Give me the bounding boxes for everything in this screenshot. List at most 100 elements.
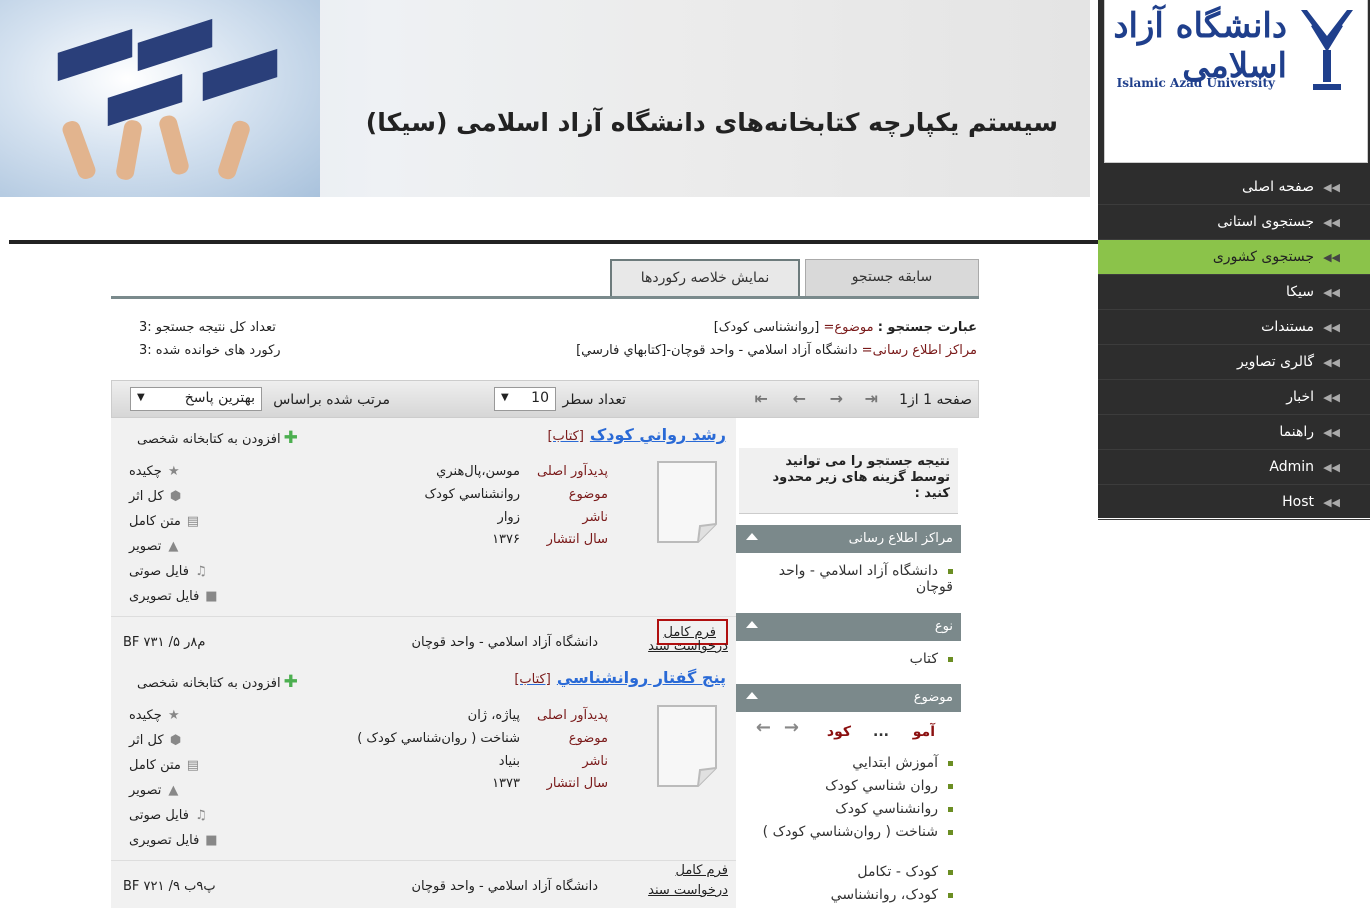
tab-search-history[interactable]: سابقه جستجو <box>805 259 979 296</box>
facet-header-centers[interactable]: مراکز اطلاع رسانی <box>736 525 961 553</box>
facet-item-subject[interactable]: کودک - تکامل <box>857 864 953 880</box>
subject-prev-icon[interactable]: ← <box>756 719 771 737</box>
subject-nav-start[interactable]: آمو <box>913 724 935 740</box>
result-record: پنج گفتار روانشناسي[کتاب] ✚افزودن به کتا… <box>111 662 736 908</box>
menu-item-admin[interactable]: ◀◀ Admin <box>1098 450 1370 485</box>
plus-icon: ✚ <box>283 672 298 692</box>
star-icon: ★ <box>167 708 180 723</box>
collapse-up-icon <box>746 533 758 540</box>
request-document-link[interactable]: درخواست سند <box>648 883 728 898</box>
rows-per-page-select[interactable]: 10 ▼ <box>494 387 556 411</box>
full-text-option[interactable]: ▤متن کامل <box>129 514 202 529</box>
logo-english-name: Islamic Azad University <box>1116 76 1275 90</box>
menu-item-host[interactable]: ◀◀ Host <box>1098 485 1370 520</box>
record-title-link[interactable]: رشد رواني کودک[کتاب] <box>547 425 726 444</box>
sidebar: دانشگاه آزاد اسلامی Islamic Azad Univers… <box>1098 0 1370 520</box>
picture-icon: ▲ <box>168 783 179 798</box>
image-option[interactable]: ▲تصویر <box>129 783 182 798</box>
arrow-left-icon: ◀◀ <box>1323 216 1340 229</box>
menu-item-documents[interactable]: ◀◀ مستندات <box>1098 310 1370 345</box>
video-camera-icon: ■ <box>205 833 218 848</box>
arrow-left-icon: ◀◀ <box>1323 496 1340 509</box>
search-centers: مراکز اطلاع رسانی= دانشگاه آزاد اسلامي -… <box>576 343 977 358</box>
image-option[interactable]: ▲تصویر <box>129 539 182 554</box>
facet-item-subject[interactable]: کودک، روانشناسي <box>831 887 953 903</box>
record-title-link[interactable]: پنج گفتار روانشناسي[کتاب] <box>514 668 726 687</box>
arrow-left-icon: ◀◀ <box>1323 321 1340 334</box>
site-title: سیستم یکپارچه کتابخانه‌های دانشگاه آزاد … <box>365 108 1058 137</box>
subject-next-icon[interactable]: → <box>784 719 799 737</box>
first-page-icon[interactable]: ⇤ <box>755 389 768 408</box>
facet-item-subject[interactable]: روان شناسي کودک <box>825 778 953 794</box>
sort-label: مرتب شده براساس <box>273 392 390 408</box>
header-divider <box>9 240 1098 244</box>
collapse-up-icon <box>746 621 758 628</box>
record-footer: فرم کامل درخواست سند دانشگاه آزاد اسلامي… <box>111 860 736 904</box>
menu-item-gallery[interactable]: ◀◀ گالری تصاویر <box>1098 345 1370 380</box>
add-to-library-button[interactable]: ✚افزودن به کتابخانه شخصی <box>137 672 298 692</box>
result-record: رشد رواني کودک[کتاب] ✚افزودن به کتابخانه… <box>111 418 736 660</box>
request-document-link[interactable]: درخواست سند <box>648 639 728 654</box>
record-subject: روانشناسي کودک <box>424 487 520 502</box>
search-phrase: عبارت جستجو : موضوع= [روانشناسی کودک] <box>713 320 977 335</box>
subject-nav-ellipsis: ... <box>873 724 889 740</box>
document-icon: ▤ <box>186 514 200 529</box>
prev-page-icon[interactable]: ← <box>793 389 806 408</box>
full-text-option[interactable]: ▤متن کامل <box>129 758 202 773</box>
facet-item-subject[interactable]: آموزش ابتدايي <box>852 755 953 771</box>
facet-item-subject[interactable]: شناخت ( روان‌شناسي کودک ) <box>743 824 953 840</box>
star-icon: ★ <box>167 464 180 479</box>
menu-item-national-search[interactable]: ◀◀ جستجوی کشوری <box>1098 240 1370 275</box>
record-location: دانشگاه آزاد اسلامي - واحد قوچان <box>411 635 599 650</box>
abstract-option[interactable]: ★چکیده <box>129 708 183 723</box>
dropdown-arrow-icon: ▼ <box>501 392 509 403</box>
audio-file-option[interactable]: ♫فایل صوتی <box>129 564 210 579</box>
tab-records-summary[interactable]: نمایش خلاصه رکوردها <box>610 259 800 296</box>
university-logo[interactable]: دانشگاه آزاد اسلامی Islamic Azad Univers… <box>1104 0 1368 163</box>
arrow-left-icon: ◀◀ <box>1323 426 1340 439</box>
book-cover-placeholder-icon <box>657 461 717 543</box>
facet-item-subject[interactable]: روانشناسي کودک <box>835 801 953 817</box>
video-file-option[interactable]: ■فایل تصویری <box>129 589 220 604</box>
sort-select[interactable]: بهترین پاسخ ▼ <box>130 387 262 411</box>
subject-nav-end[interactable]: کود <box>827 724 851 740</box>
whole-work-option[interactable]: ⬢کل اثر <box>129 489 185 504</box>
search-info: عبارت جستجو : موضوع= [روانشناسی کودک] مر… <box>111 318 979 368</box>
add-to-library-button[interactable]: ✚افزودن به کتابخانه شخصی <box>137 428 298 448</box>
facet-header-type[interactable]: نوع <box>736 613 961 641</box>
record-footer: فرم کامل درخواست سند دانشگاه آزاد اسلامي… <box>111 616 736 660</box>
menu-item-help[interactable]: ◀◀ راهنما <box>1098 415 1370 450</box>
abstract-option[interactable]: ★چکیده <box>129 464 183 479</box>
menu-item-news[interactable]: ◀◀ اخبار <box>1098 380 1370 415</box>
record-year: ۱۳۷۳ <box>492 776 520 791</box>
record-publisher: زوار <box>497 510 520 525</box>
menu-item-provincial-search[interactable]: ◀◀ جستجوی استانی <box>1098 205 1370 240</box>
whole-work-option[interactable]: ⬢کل اثر <box>129 733 185 748</box>
university-emblem-icon <box>1301 10 1353 90</box>
dropdown-arrow-icon: ▼ <box>137 392 145 403</box>
total-results: تعداد کل نتیجه جستجو :3 <box>139 320 276 335</box>
results-toolbar: صفحه 1 از1 ⇥ → ← ⇤ تعداد سطر 10 ▼ مرتب شد… <box>111 380 979 418</box>
menu-item-sika[interactable]: ◀◀ سیکا <box>1098 275 1370 310</box>
header-banner: سیستم یکپارچه کتابخانه‌های دانشگاه آزاد … <box>0 0 1090 197</box>
filter-facets: نتیجه جستجو را می توانید توسط گزینه های … <box>736 448 961 908</box>
facet-header-subject[interactable]: موضوع <box>736 684 961 712</box>
result-tabs: سابقه جستجو نمایش خلاصه رکوردها <box>111 259 979 299</box>
full-form-link[interactable]: فرم کامل <box>675 863 728 878</box>
video-camera-icon: ■ <box>205 589 218 604</box>
menu-item-home[interactable]: ◀◀ صفحه اصلی <box>1098 170 1370 205</box>
audio-file-option[interactable]: ♫فایل صوتی <box>129 808 210 823</box>
record-call-number: BF ۷۲۱ /پ۹ب ۹ <box>123 879 216 894</box>
box-icon: ⬢ <box>169 489 182 504</box>
facet-item-type[interactable]: کتاب <box>910 651 953 667</box>
music-icon: ♫ <box>195 564 207 579</box>
main-menu: ◀◀ صفحه اصلی ◀◀ جستجوی استانی ◀◀ جستجوی کشو… <box>1098 170 1370 520</box>
last-page-icon[interactable]: ⇥ <box>865 389 878 408</box>
video-file-option[interactable]: ■فایل تصویری <box>129 833 220 848</box>
next-page-icon[interactable]: → <box>830 389 843 408</box>
facet-item-center[interactable]: دانشگاه آزاد اسلامي - واحد قوچان <box>753 563 953 595</box>
picture-icon: ▲ <box>168 539 179 554</box>
collapse-up-icon <box>746 692 758 699</box>
record-location: دانشگاه آزاد اسلامي - واحد قوچان <box>411 879 599 894</box>
records-read: رکورد های خوانده شده :3 <box>139 343 281 358</box>
